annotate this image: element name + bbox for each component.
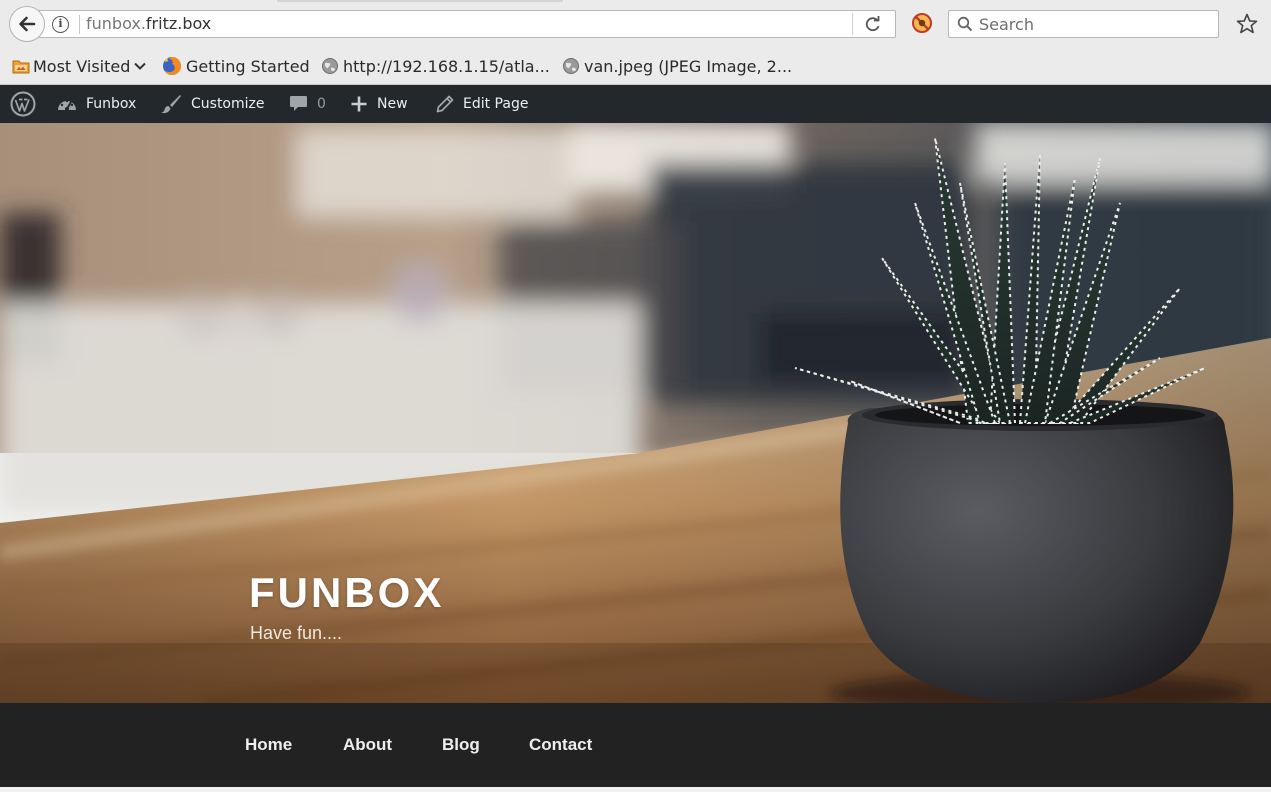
admin-customize-label: Customize xyxy=(191,96,265,112)
url-text[interactable]: funbox.fritz.box xyxy=(86,14,211,33)
main-navigation: Home About Blog Contact xyxy=(0,703,1271,787)
admin-comments-link[interactable]: 0 xyxy=(289,85,326,123)
search-icon xyxy=(957,16,973,32)
bookmark-getting-started[interactable]: Getting Started xyxy=(162,55,310,77)
hero-background xyxy=(0,123,1271,703)
admin-new-link[interactable]: New xyxy=(350,85,408,123)
dashboard-gauge-icon xyxy=(58,99,76,111)
bookmark-label: Most Visited xyxy=(33,56,131,76)
admin-site-link[interactable]: Funbox xyxy=(57,85,136,123)
bookmark-most-visited[interactable]: Most Visited xyxy=(11,55,147,77)
wp-admin-bar: Funbox Customize 0 New Edit Page xyxy=(0,85,1271,123)
comment-bubble-icon xyxy=(290,96,307,111)
wordpress-logo-icon[interactable] xyxy=(10,85,45,123)
admin-customize-link[interactable]: Customize xyxy=(160,85,265,123)
url-domain: fritz.box xyxy=(145,14,212,33)
search-input[interactable] xyxy=(979,13,1209,35)
globe-icon xyxy=(563,58,579,74)
admin-edit-label: Edit Page xyxy=(463,96,529,112)
bookmark-van-jpeg[interactable]: van.jpeg (JPEG Image, 2... xyxy=(562,55,792,77)
bookmark-label: van.jpeg (JPEG Image, 2... xyxy=(584,56,793,76)
bookmark-atlas-link[interactable]: http://192.168.1.15/atla... xyxy=(321,55,550,77)
paintbrush-icon xyxy=(161,95,181,114)
nav-item-blog[interactable]: Blog xyxy=(442,735,480,755)
globe-icon xyxy=(322,58,338,74)
pencil-icon xyxy=(436,95,454,113)
search-bar[interactable] xyxy=(948,10,1219,38)
active-tab-indicator xyxy=(277,0,563,2)
bookmark-star-icon[interactable] xyxy=(1235,12,1259,36)
header-hero-image: FUNBOX Have fun.... xyxy=(0,123,1271,703)
bookmarks-toolbar: Most Visited Getting Started http://192.… xyxy=(0,46,1271,85)
folder-icon xyxy=(12,60,30,74)
reload-divider xyxy=(852,13,853,35)
nav-item-home[interactable]: Home xyxy=(245,735,292,755)
url-prefix: funbox. xyxy=(86,14,146,33)
admin-edit-page-link[interactable]: Edit Page xyxy=(436,85,528,123)
info-icon[interactable]: i xyxy=(52,16,69,33)
adblock-icon[interactable] xyxy=(911,12,933,34)
nav-item-contact[interactable]: Contact xyxy=(529,735,592,755)
site-tagline: Have fun.... xyxy=(250,623,343,643)
firefox-icon xyxy=(163,56,182,75)
chevron-down-icon xyxy=(134,62,147,70)
back-arrow-icon xyxy=(19,16,36,32)
plus-icon xyxy=(351,96,367,112)
bookmark-label: Getting Started xyxy=(186,56,310,76)
bookmark-label: http://192.168.1.15/atla... xyxy=(343,56,550,76)
browser-toolbar: i funbox.fritz.box xyxy=(0,0,1271,46)
admin-site-label: Funbox xyxy=(86,96,137,112)
site-title[interactable]: FUNBOX xyxy=(249,569,444,617)
url-bar[interactable]: i funbox.fritz.box xyxy=(38,10,896,38)
back-button[interactable] xyxy=(9,6,45,42)
nav-item-about[interactable]: About xyxy=(343,735,392,755)
reload-icon[interactable] xyxy=(860,14,886,34)
url-divider xyxy=(79,15,80,34)
page-content-edge xyxy=(0,787,1271,792)
comments-count: 0 xyxy=(317,96,326,112)
admin-new-label: New xyxy=(377,96,408,112)
